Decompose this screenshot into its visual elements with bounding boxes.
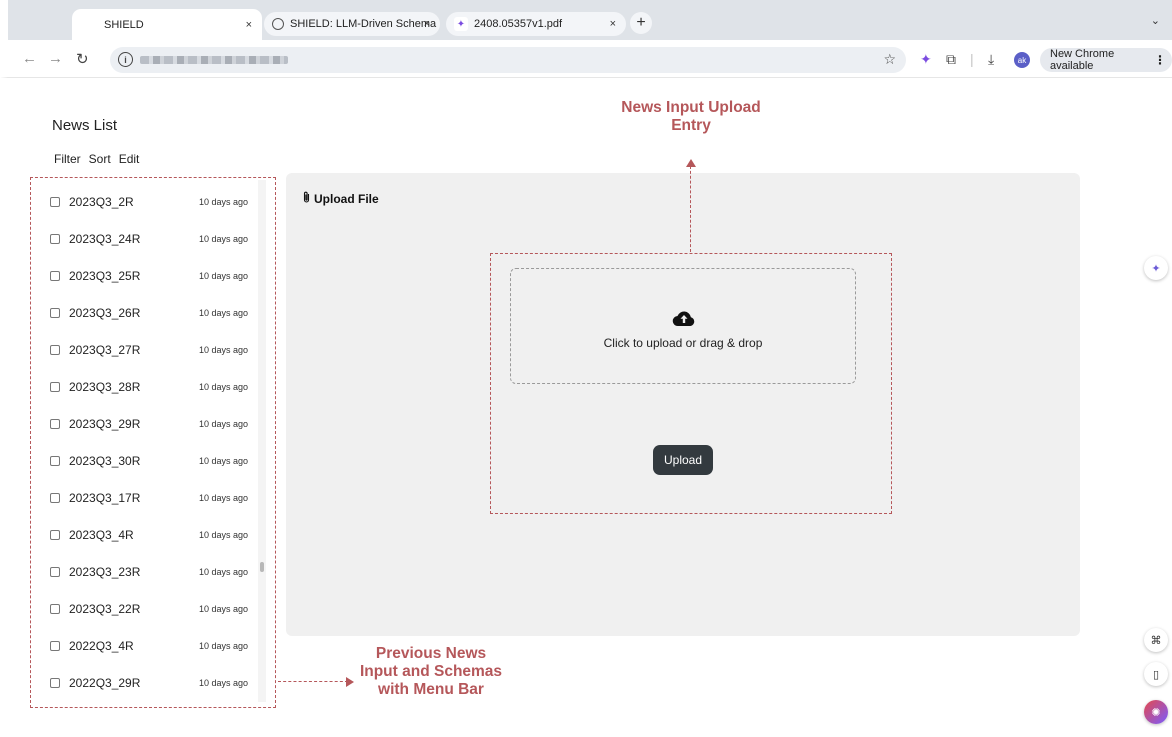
tab-shield[interactable]: SHIELD × — [72, 9, 262, 40]
annotation-arrow-right — [278, 681, 348, 682]
tab-strip: SHIELD × SHIELD: LLM-Driven Schema × ✦ 2… — [0, 0, 1172, 40]
forward-icon[interactable]: → — [48, 50, 63, 67]
sort-button[interactable]: Sort — [89, 152, 111, 166]
tab-search-icon[interactable]: ⌄ — [1151, 14, 1160, 27]
update-label: New Chrome available — [1050, 48, 1115, 72]
upload-title-label: Upload File — [314, 191, 379, 206]
upload-title: Upload File — [302, 191, 379, 206]
sparkle-icon: ✦ — [454, 17, 468, 31]
toolbar-divider: | — [970, 51, 974, 67]
tab-pdf[interactable]: ✦ 2408.05357v1.pdf × — [446, 12, 626, 36]
tab-label: 2408.05357v1.pdf — [474, 18, 563, 30]
brain-icon[interactable]: ✺ — [1144, 700, 1168, 724]
reading-mode-icon[interactable]: ▯ — [1144, 662, 1168, 686]
globe-icon — [272, 18, 284, 30]
tab-label: SHIELD: LLM-Driven Schema — [290, 18, 437, 30]
download-icon[interactable]: ⤓ — [988, 51, 994, 68]
blurred-url — [140, 56, 288, 64]
annotation-box-news-list — [30, 177, 276, 708]
chrome-update-button[interactable]: New Chrome available ⋮ — [1040, 48, 1172, 72]
paperclip-icon — [302, 191, 311, 206]
annotation-arrowhead-up — [686, 159, 696, 167]
close-icon[interactable]: × — [424, 18, 430, 30]
annotation-arrow-up — [690, 166, 691, 252]
more-menu-icon[interactable]: ⋮ — [1154, 53, 1166, 67]
translate-icon[interactable]: ⌘ — [1144, 628, 1168, 652]
filter-button[interactable]: Filter — [54, 152, 81, 166]
profile-avatar[interactable]: ak — [1014, 52, 1030, 68]
page-title: News List — [52, 117, 118, 134]
new-tab-button[interactable]: + — [630, 12, 652, 34]
reload-icon[interactable]: ↻ — [76, 50, 89, 68]
annotation-arrowhead-right — [346, 677, 354, 687]
gemini-icon[interactable]: ✦ — [920, 51, 932, 68]
annotation-label-news-list: Previous News Input and Schemas with Men… — [359, 645, 503, 698]
close-icon[interactable]: × — [610, 18, 616, 30]
address-bar[interactable]: i ☆ — [110, 47, 906, 73]
tab-shield-paper[interactable]: SHIELD: LLM-Driven Schema × — [264, 12, 440, 36]
back-icon[interactable]: ← — [22, 50, 37, 67]
annotation-label-upload: News Input Upload Entry — [621, 99, 761, 134]
browser-toolbar: ← → ↻ i ☆ ✦ ⧉ | ⤓ ak New Chrome availabl… — [0, 40, 1172, 78]
close-icon[interactable]: × — [246, 19, 252, 31]
edit-button[interactable]: Edit — [119, 152, 140, 166]
extensions-icon[interactable]: ⧉ — [946, 51, 956, 68]
news-menu-bar: Filter Sort Edit — [54, 152, 139, 166]
site-info-icon[interactable]: i — [118, 52, 133, 67]
annotation-box-upload — [490, 253, 892, 514]
bookmark-star-icon[interactable]: ☆ — [883, 51, 896, 68]
tab-label: SHIELD — [104, 18, 144, 31]
gemini-side-icon[interactable]: ✦ — [1144, 256, 1168, 280]
